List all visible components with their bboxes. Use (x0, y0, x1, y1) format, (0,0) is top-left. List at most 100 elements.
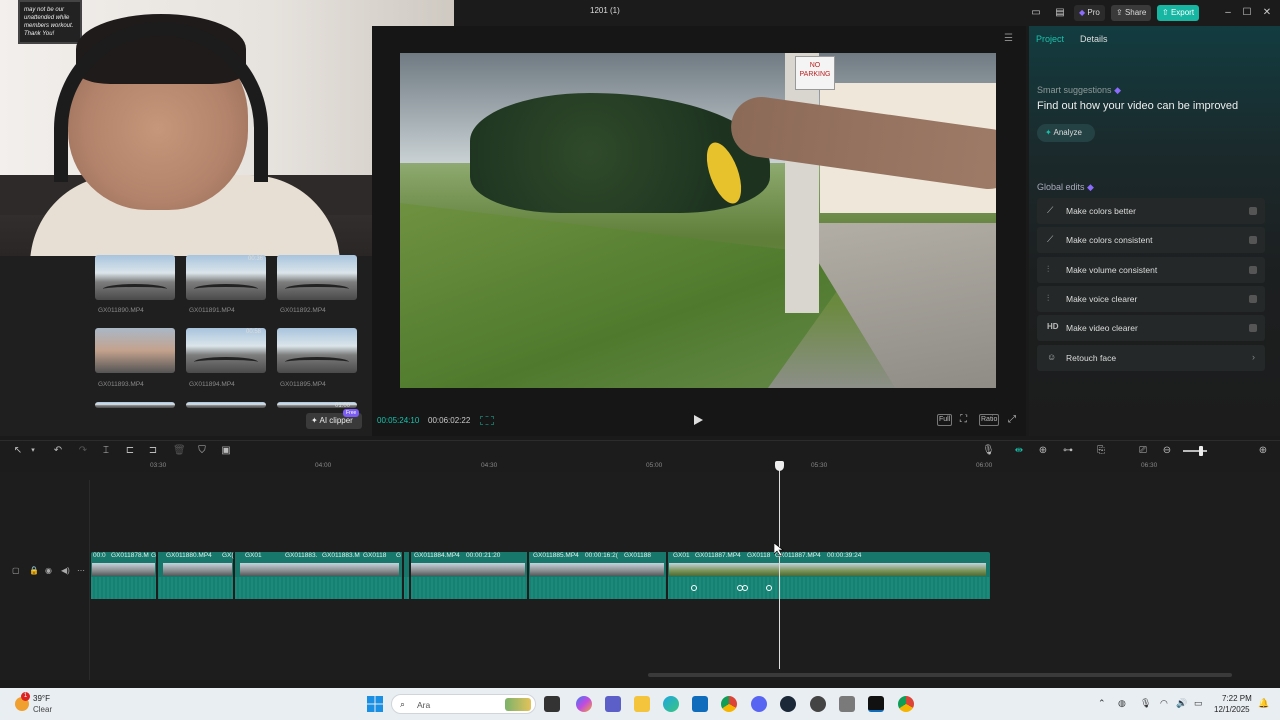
task-view-icon[interactable] (544, 696, 560, 712)
chrome-profile-icon[interactable] (898, 696, 914, 712)
trim-right-icon[interactable]: ⊐ (147, 445, 159, 457)
search-highlight-icon (505, 698, 531, 711)
timeline-scrollbar[interactable] (648, 673, 1232, 677)
toggle[interactable] (1249, 207, 1257, 215)
chevron-down-icon[interactable]: ▾ (27, 445, 39, 457)
share-button[interactable]: ⇪ Share (1111, 5, 1152, 21)
clip-label: G (151, 552, 157, 559)
fullscreen-icon[interactable]: ⤢ (1007, 414, 1017, 426)
cover-icon[interactable]: ▢ (12, 566, 20, 575)
edge-icon[interactable] (663, 696, 679, 712)
snap-icon[interactable]: ⊕ (1037, 445, 1049, 457)
play-icon[interactable] (692, 414, 704, 426)
discord-icon[interactable] (751, 696, 767, 712)
playhead-handle[interactable] (775, 461, 784, 471)
crop-icon[interactable]: ⛶ (959, 414, 968, 426)
zoom-slider[interactable] (1183, 450, 1207, 452)
full-button[interactable]: Full (937, 414, 953, 426)
toggle[interactable] (1249, 266, 1257, 274)
analyze-label: Analyze (1053, 128, 1082, 137)
media-thumb[interactable] (277, 255, 357, 300)
media-thumb[interactable] (186, 402, 266, 408)
close-icon[interactable]: ✕ (1259, 5, 1275, 21)
taskbar-search[interactable]: ⌕ Ara (391, 694, 536, 714)
link-icon[interactable]: ⇹ (1013, 445, 1025, 457)
media-thumb[interactable] (277, 328, 357, 373)
captions-icon[interactable]: ▣ (220, 445, 232, 457)
wifi-icon[interactable]: ◠ (1160, 698, 1168, 709)
weather-condition[interactable]: Clear (33, 705, 52, 714)
hd-icon: HD (1047, 322, 1059, 331)
preview-axis-icon[interactable]: ⎘ (1095, 445, 1107, 457)
time-ruler[interactable]: 03:30 04:00 04:30 05:00 05:30 06:00 06:3… (0, 460, 1280, 472)
calculator-icon[interactable] (839, 696, 855, 712)
media-thumb[interactable] (95, 402, 175, 408)
keyframe[interactable] (691, 585, 697, 591)
weather-temp[interactable]: 39°F (33, 694, 50, 703)
chain-icon[interactable]: ⊶ (1062, 445, 1074, 457)
caption-icon[interactable]: ⎚ (1137, 445, 1149, 457)
windows-start-icon[interactable] (367, 696, 383, 712)
teams-icon[interactable] (605, 696, 621, 712)
menu-icon[interactable]: ☰ (1004, 33, 1013, 44)
minimize-icon[interactable]: – (1220, 5, 1236, 21)
tab-project[interactable]: Project (1036, 34, 1064, 44)
edit-make-volume-consistent[interactable]: ⫶ Make volume consistent (1037, 257, 1265, 283)
edit-make-voice-clearer[interactable]: ⫶ Make voice clearer (1037, 286, 1265, 312)
notification-bell-icon[interactable]: 🔔 (1258, 698, 1269, 709)
select-icon[interactable]: ↖ (12, 445, 24, 457)
layout-icon[interactable]: ▭ (1028, 5, 1044, 21)
trim-left-icon[interactable]: ⊏ (124, 445, 136, 457)
edit-make-colors-better[interactable]: ⟋ Make colors better (1037, 198, 1265, 224)
waveform-icon[interactable] (480, 416, 494, 425)
playhead[interactable] (779, 461, 780, 669)
obs-icon[interactable] (810, 696, 826, 712)
media-thumb[interactable] (95, 255, 175, 300)
edit-make-colors-consistent[interactable]: ⟋ Make colors consistent (1037, 227, 1265, 253)
zoom-out-icon[interactable]: ⊖ (1161, 445, 1173, 457)
toggle[interactable] (1249, 236, 1257, 244)
zoom-in-icon[interactable]: ⊕ (1257, 445, 1269, 457)
audio-icon[interactable]: ◀) (61, 566, 70, 575)
pro-button[interactable]: ◆ Pro (1074, 5, 1105, 21)
store-icon[interactable] (692, 696, 708, 712)
tab-details[interactable]: Details (1080, 34, 1108, 44)
clip-cut (409, 552, 411, 599)
ratio-button[interactable]: Ratio (979, 414, 1000, 426)
clock-date[interactable]: 12/1/2025 (1214, 705, 1250, 714)
keyframe[interactable] (766, 585, 772, 591)
chrome-icon[interactable] (721, 696, 737, 712)
split-icon[interactable]: ⌶ (100, 445, 112, 457)
media-thumb[interactable] (95, 328, 175, 373)
edit-retouch-face[interactable]: ☺ Retouch face › (1037, 345, 1265, 371)
lock-icon[interactable]: 🔒 (29, 566, 39, 575)
battery-icon[interactable]: ▭ (1194, 698, 1203, 709)
file-explorer-icon[interactable] (634, 696, 650, 712)
chevron-up-icon[interactable]: ⌃ (1098, 698, 1106, 709)
delete-icon[interactable]: 🗑 (173, 445, 186, 457)
toggle[interactable] (1249, 324, 1257, 332)
clock-time[interactable]: 7:22 PM (1222, 694, 1252, 703)
analyze-button[interactable]: ✦ Analyze (1037, 124, 1095, 142)
capcut-icon[interactable] (868, 696, 884, 712)
edit-make-video-clearer[interactable]: HD Make video clearer (1037, 315, 1265, 341)
maximize-icon[interactable]: ☐ (1239, 5, 1255, 21)
more-icon[interactable]: ⋯ (77, 566, 85, 575)
app-tray-icon[interactable]: ◍ (1118, 698, 1126, 709)
copilot-icon[interactable] (576, 696, 592, 712)
toggle[interactable] (1249, 295, 1257, 303)
keyframe[interactable] (742, 585, 748, 591)
preview-video[interactable]: NO PARKING (400, 53, 996, 388)
redo-icon[interactable]: ↷ (77, 445, 89, 457)
undo-icon[interactable]: ↶ (52, 445, 64, 457)
export-button[interactable]: ⇧ Export (1157, 5, 1200, 21)
shield-icon[interactable]: ⛉ (196, 445, 208, 457)
microphone-icon[interactable]: 🎙 (982, 445, 995, 457)
zoom-slider-handle[interactable] (1199, 446, 1203, 456)
eye-icon[interactable]: ◉ (45, 566, 52, 575)
shortcuts-icon[interactable]: ▤ (1052, 5, 1068, 21)
microphone-tray-icon[interactable]: 🎙 (1140, 698, 1151, 709)
speaker-icon[interactable]: 🔊 (1176, 698, 1187, 709)
more-icon[interactable]: ⋮ (1276, 46, 1280, 57)
steam-icon[interactable] (780, 696, 796, 712)
